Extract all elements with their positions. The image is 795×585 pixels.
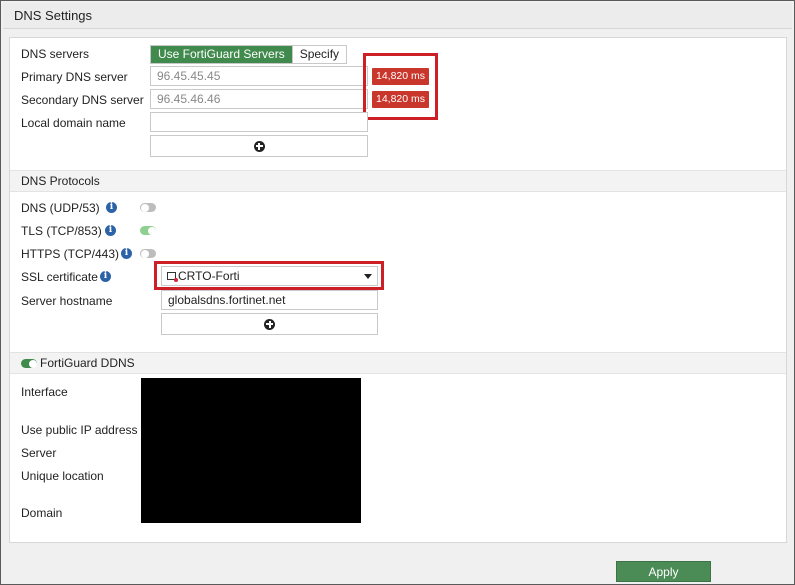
https-label: HTTPS (TCP/443) (21, 247, 120, 261)
tls-toggle[interactable] (140, 226, 156, 235)
domain-label: Domain (21, 506, 63, 520)
use-public-ip-label: Use public IP address (21, 423, 138, 437)
plus-circle-icon (264, 318, 275, 330)
dialog-frame: DNS Settings DNS servers Use FortiGuard … (0, 0, 795, 585)
tls-label: TLS (TCP/853) (21, 224, 102, 238)
unique-location-label: Unique location (21, 469, 104, 483)
ssl-certificate-label: SSL certificate (21, 270, 98, 284)
dns-udp-label: DNS (UDP/53) (21, 201, 100, 215)
interface-label: Interface (21, 385, 68, 399)
fortiguard-ddns-title: FortiGuard DDNS (40, 356, 135, 370)
fortiguard-ddns-header: FortiGuard DDNS (10, 352, 786, 374)
info-icon[interactable]: i (100, 271, 111, 282)
local-domain-label: Local domain name (21, 116, 126, 130)
plus-circle-icon (253, 140, 265, 152)
dns-protocols-header: DNS Protocols (10, 170, 786, 192)
ssl-highlight-box (154, 261, 384, 290)
server-label: Server (21, 446, 57, 460)
info-icon[interactable]: i (105, 225, 116, 236)
primary-dns-field[interactable] (150, 66, 368, 86)
specify-option[interactable]: Specify (291, 46, 347, 63)
apply-button[interactable]: Apply (616, 561, 711, 582)
secondary-dns-field[interactable] (150, 89, 368, 109)
info-icon[interactable]: i (106, 202, 117, 213)
add-local-domain-button[interactable] (150, 135, 368, 157)
dialog-title: DNS Settings (3, 3, 792, 29)
dns-servers-toggle: Use FortiGuard Servers Specify (150, 45, 348, 64)
server-hostname-label: Server hostname (21, 294, 113, 308)
latency-highlight-box (363, 53, 438, 120)
redacted-region (141, 378, 361, 523)
info-icon[interactable]: i (121, 248, 132, 259)
add-hostname-button[interactable] (161, 313, 378, 335)
primary-dns-label: Primary DNS server (21, 70, 128, 84)
fortiguard-ddns-toggle[interactable] (21, 359, 37, 368)
server-hostname-field[interactable] (161, 290, 378, 310)
settings-panel: DNS servers Use FortiGuard Servers Speci… (9, 37, 787, 543)
https-toggle[interactable] (140, 249, 156, 258)
secondary-dns-label: Secondary DNS server (21, 93, 144, 107)
use-fortiguard-servers-option[interactable]: Use FortiGuard Servers (151, 46, 292, 63)
dns-udp-toggle[interactable] (140, 203, 156, 212)
local-domain-field[interactable] (150, 112, 368, 132)
dns-servers-label: DNS servers (21, 47, 90, 61)
